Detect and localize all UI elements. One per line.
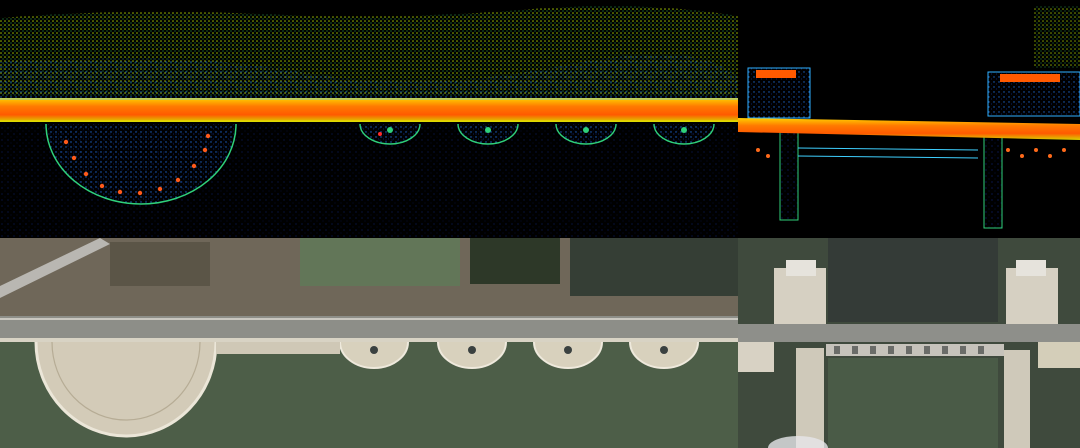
lidar-dam-crest-road: [0, 98, 738, 122]
satellite-overview-canvas: [0, 238, 738, 448]
sat-downstream-water: [828, 358, 998, 448]
sat-bridge: [738, 324, 1080, 342]
lidar-point-cloud-sluice-gate: [738, 0, 1080, 238]
sat-upstream-water: [828, 238, 998, 322]
lidar-overview-canvas: [0, 0, 738, 238]
satellite-image-dam-overview: [0, 238, 738, 448]
satellite-image-sluice-gate: [738, 238, 1080, 448]
satellite-sluice-canvas: [738, 238, 1080, 448]
lidar-point-cloud-dam-overview: [0, 0, 738, 238]
sat-left-pier: [774, 268, 826, 328]
lidar-sluice-canvas: [738, 0, 1080, 238]
sat-right-pier: [1006, 268, 1058, 328]
